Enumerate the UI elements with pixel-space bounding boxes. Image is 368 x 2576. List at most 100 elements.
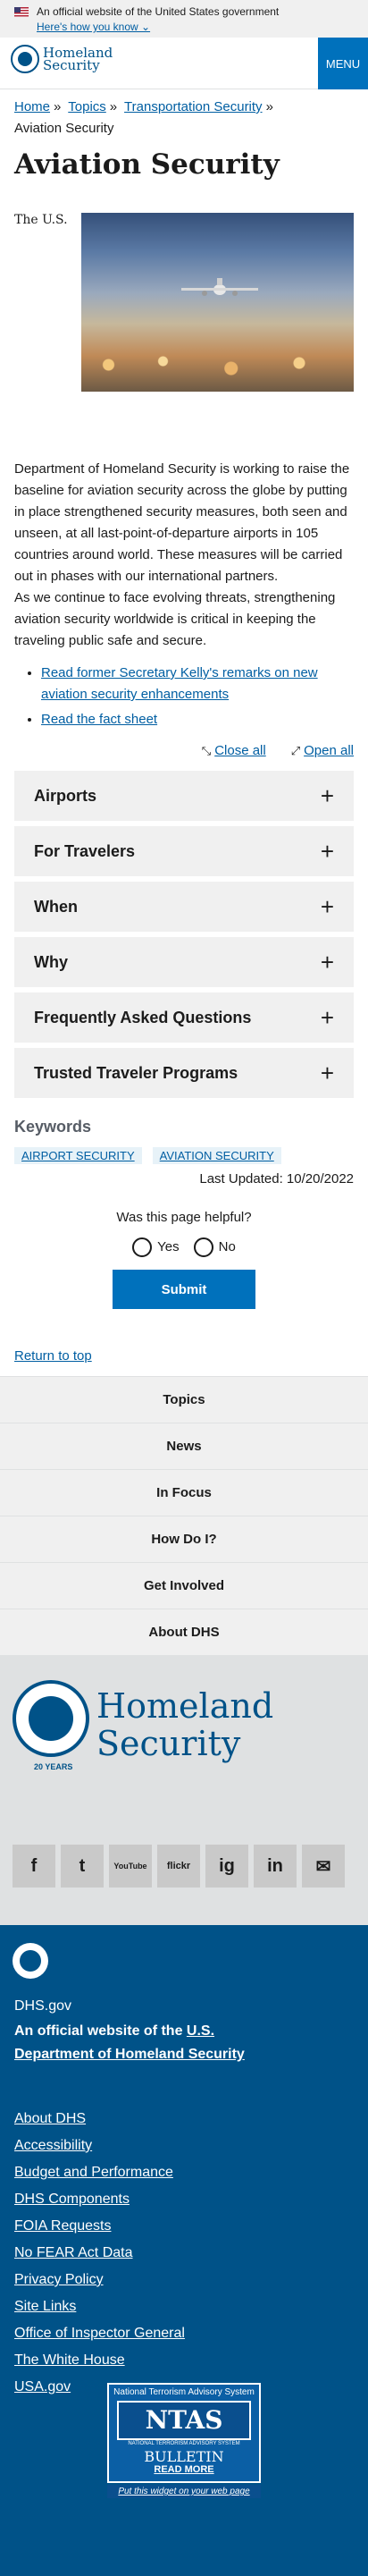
- breadcrumb-transportation-security[interactable]: Transportation Security: [124, 99, 263, 114]
- paragraph-2: As we continue to face evolving threats,…: [14, 590, 336, 648]
- footer-nav-in-focus[interactable]: In Focus: [0, 1469, 368, 1516]
- footer-nav: Topics News In Focus How Do I? Get Invol…: [0, 1376, 368, 1655]
- flickr-icon[interactable]: flickr: [157, 1845, 200, 1888]
- tag-aviation-security[interactable]: AVIATION SECURITY: [152, 1147, 281, 1164]
- ntas-logo: NTAS: [117, 2401, 251, 2440]
- airplane-icon: [181, 278, 258, 296]
- official-site-text: An official website of the United States…: [37, 5, 280, 18]
- us-flag-icon: [14, 7, 29, 17]
- accordion-trusted-traveler[interactable]: Trusted Traveler Programs +: [14, 1048, 354, 1098]
- accordion-when[interactable]: When +: [14, 882, 354, 932]
- kelly-remarks-link[interactable]: Read former Secretary Kelly's remarks on…: [41, 665, 318, 702]
- footer-link-site-links[interactable]: Site Links: [14, 2299, 76, 2314]
- lead-section: The U.S.: [14, 213, 354, 459]
- twitter-icon[interactable]: t: [61, 1845, 104, 1888]
- accordion-for-travelers[interactable]: For Travelers +: [14, 826, 354, 876]
- footer-link-usa-gov[interactable]: USA.gov: [14, 2379, 71, 2394]
- plus-icon: +: [320, 948, 334, 976]
- footer-link-foia[interactable]: FOIA Requests: [14, 2218, 112, 2234]
- airplane-image: [81, 213, 354, 392]
- plus-icon: +: [320, 1003, 334, 1031]
- accordion-why[interactable]: Why +: [14, 937, 354, 987]
- menu-button[interactable]: MENU: [318, 38, 368, 89]
- accordion-label: When: [34, 897, 78, 916]
- feedback-form: Was this page helpful? Yes No Submit: [0, 1210, 368, 1309]
- accordion-label: For Travelers: [34, 841, 136, 860]
- list-item: Read former Secretary Kelly's remarks on…: [41, 663, 354, 705]
- gov-banner: An official website of the United States…: [0, 0, 368, 38]
- breadcrumb-topics[interactable]: Topics: [68, 99, 106, 114]
- official-prefix: An official website of the: [14, 2023, 187, 2039]
- footer-wordmark[interactable]: Homeland Security: [96, 1687, 273, 1762]
- close-all-link[interactable]: Close all: [214, 743, 266, 758]
- footer-nav-how-do-i[interactable]: How Do I?: [0, 1516, 368, 1562]
- ntas-read-more[interactable]: READ MORE: [109, 2464, 259, 2475]
- footer-link-oig[interactable]: Office of Inspector General: [14, 2326, 185, 2341]
- plus-icon: +: [320, 781, 334, 809]
- facebook-icon[interactable]: f: [13, 1845, 55, 1888]
- accordion-controls: ⤡ Close all ⤢ Open all: [0, 734, 368, 758]
- footer-link-accessibility[interactable]: Accessibility: [14, 2138, 92, 2153]
- paragraph-1: Department of Homeland Security is worki…: [14, 461, 350, 584]
- keywords-heading: Keywords: [14, 1118, 92, 1136]
- return-to-top-link[interactable]: Return to top: [14, 1348, 92, 1364]
- feedback-no[interactable]: No: [193, 1237, 236, 1257]
- open-all-link[interactable]: Open all: [304, 743, 354, 758]
- accordion-airports[interactable]: Airports +: [14, 771, 354, 821]
- no-radio[interactable]: [193, 1237, 213, 1257]
- footer-link-components[interactable]: DHS Components: [14, 2192, 130, 2207]
- no-label: No: [218, 1238, 236, 1254]
- accordion-label: Why: [34, 952, 68, 971]
- footer-domain: DHS.gov: [14, 1998, 72, 2014]
- plus-icon: +: [320, 892, 334, 920]
- wordmark-line1: Homeland: [96, 1686, 274, 1726]
- feedback-yes[interactable]: Yes: [132, 1237, 180, 1257]
- plus-icon: +: [320, 1059, 334, 1086]
- footer-nav-news[interactable]: News: [0, 1423, 368, 1469]
- linkedin-icon[interactable]: in: [254, 1845, 297, 1888]
- footer-official-text: An official website of the U.S. Departme…: [14, 2020, 282, 2066]
- footer-nav-get-involved[interactable]: Get Involved: [0, 1562, 368, 1609]
- ntas-widget[interactable]: National Terrorism Advisory System NTAS …: [107, 2383, 261, 2483]
- breadcrumb-separator: »: [109, 99, 118, 114]
- email-icon[interactable]: ✉: [302, 1845, 345, 1888]
- footer-link-about-dhs[interactable]: About DHS: [14, 2111, 86, 2126]
- yes-radio[interactable]: [132, 1237, 153, 1257]
- footer-link-budget[interactable]: Budget and Performance: [14, 2165, 173, 2180]
- seal-years: 20 YEARS: [34, 1762, 73, 1771]
- last-updated: Last Updated: 10/20/2022: [199, 1171, 354, 1187]
- accordion: Airports + For Travelers + When + Why + Freq…: [14, 771, 354, 1098]
- submit-button[interactable]: Submit: [113, 1270, 255, 1309]
- heres-how-you-know-link[interactable]: Here's how you know ⌄: [37, 21, 150, 33]
- footer-logo-section: 20 YEARS Homeland Security f t YouTube f…: [0, 1655, 368, 1925]
- footer-link-white-house[interactable]: The White House: [14, 2352, 125, 2368]
- youtube-icon[interactable]: YouTube: [109, 1845, 152, 1888]
- breadcrumb: Home» Topics» Transportation Security» A…: [0, 89, 368, 139]
- expand-icon: ⤢: [290, 744, 301, 757]
- logo-line2: Security: [43, 57, 100, 73]
- tag-airport-security[interactable]: AIRPORT SECURITY: [14, 1147, 142, 1164]
- plus-icon: +: [320, 837, 334, 865]
- footer-link-no-fear[interactable]: No FEAR Act Data: [14, 2245, 133, 2260]
- footer-nav-about-dhs[interactable]: About DHS: [0, 1609, 368, 1655]
- ntas-title: National Terrorism Advisory System: [113, 2387, 255, 2397]
- accordion-faq[interactable]: Frequently Asked Questions +: [14, 992, 354, 1043]
- fact-sheet-link[interactable]: Read the fact sheet: [41, 712, 157, 727]
- footer-links: About DHS Accessibility Budget and Perfo…: [14, 2111, 185, 2406]
- footer-nav-topics[interactable]: Topics: [0, 1376, 368, 1423]
- page-title: Aviation Security: [14, 148, 280, 181]
- feedback-question: Was this page helpful?: [116, 1210, 252, 1225]
- footer-link-privacy[interactable]: Privacy Policy: [14, 2272, 104, 2287]
- dhs-seal-icon: [13, 1943, 48, 1979]
- list-item: Read the fact sheet: [41, 709, 354, 731]
- breadcrumb-home[interactable]: Home: [14, 99, 50, 114]
- breadcrumb-separator: »: [265, 99, 273, 114]
- site-header: Homeland Security MENU: [0, 38, 368, 89]
- ntas-widget-link[interactable]: Put this widget on your web page: [107, 2485, 261, 2498]
- breadcrumb-current: Aviation Security: [14, 121, 114, 136]
- logo-wordmark: Homeland Security: [43, 46, 113, 72]
- home-logo-link[interactable]: Homeland Security: [11, 45, 113, 73]
- ntas-subtitle: NATIONAL TERRORISM ADVISORY SYSTEM: [128, 2441, 240, 2446]
- article-body: Department of Homeland Security is worki…: [0, 459, 368, 652]
- instagram-icon[interactable]: ig: [205, 1845, 248, 1888]
